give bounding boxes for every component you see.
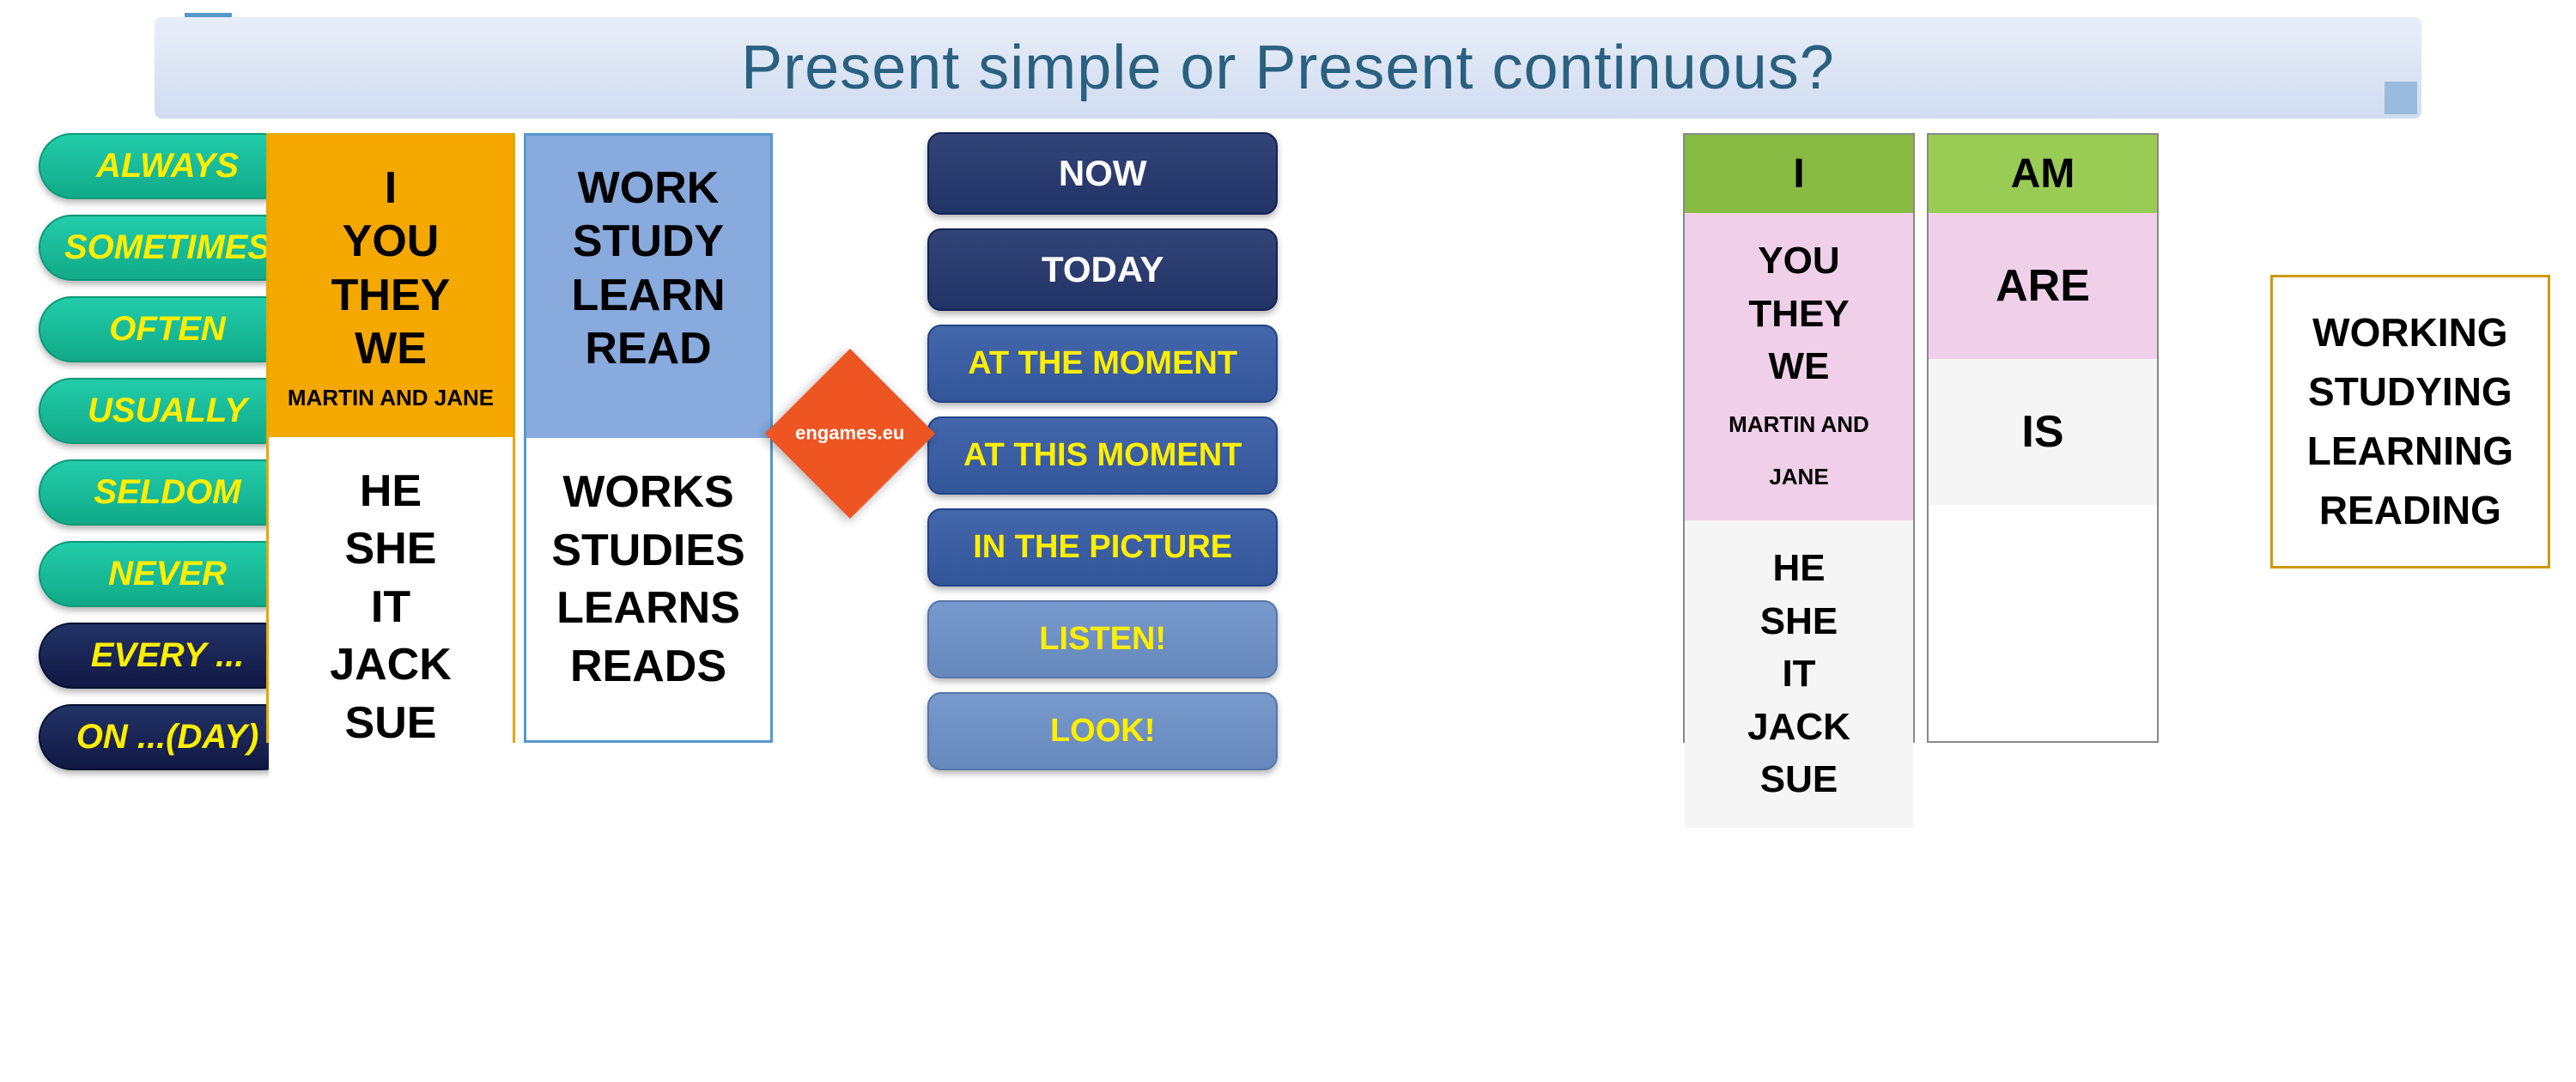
title-bar: Present simple or Present continuous?	[155, 17, 2421, 119]
diamond-shape: engames.eu	[765, 349, 935, 519]
conj-body-he-she-it: HESHEITJACKSUE	[1685, 520, 1913, 828]
deco-square-right	[2385, 82, 2417, 114]
martin-jane-label: MARTIN AND JANE	[286, 385, 495, 411]
top-pronouns: IYOUTHEYWE	[286, 161, 495, 376]
bottom-pronouns: HESHEITJACKSUE	[286, 463, 495, 753]
bottom-verbs: WORKSSTUDIESLEARNSREADS	[544, 464, 753, 696]
top-verbs: WORKSTUDYLEARNREAD	[544, 161, 753, 376]
btn-today[interactable]: TODAY	[927, 228, 1278, 311]
conj-body-you-they-we: YOUTHEYWEMARTIN AND JANE	[1685, 213, 1913, 520]
btn-sometimes[interactable]: SOMETIMES	[39, 215, 296, 281]
conj-header-i: I	[1685, 135, 1913, 213]
pronoun-box: IYOUTHEYWE MARTIN AND JANE HESHEITJACKSU…	[266, 133, 515, 743]
btn-listen[interactable]: LISTEN!	[927, 600, 1278, 678]
conjugation-area: I YOUTHEYWEMARTIN AND JANE HESHEITJACKSU…	[1683, 133, 2159, 743]
btn-seldom[interactable]: SELDOM	[39, 459, 296, 526]
btn-usually[interactable]: USUALLY	[39, 378, 296, 444]
verb-forms-text: WORKINGSTUDYINGLEARNINGREADING	[2307, 303, 2513, 540]
btn-at-this-moment[interactable]: AT THIS MOMENT	[927, 416, 1278, 495]
verb-box-top: WORKSTUDYLEARNREAD	[526, 136, 770, 438]
btn-every[interactable]: EVERY ...	[39, 623, 296, 689]
page-title: Present simple or Present continuous?	[741, 33, 1835, 102]
engames-label: engames.eu	[795, 422, 904, 445]
conj-header-am: AM	[1929, 135, 2157, 213]
btn-now[interactable]: NOW	[927, 132, 1278, 215]
btn-always[interactable]: ALWAYS	[39, 133, 296, 199]
conj-table-right: AM ARE IS	[1927, 133, 2159, 743]
btn-in-the-picture[interactable]: IN THE PICTURE	[927, 508, 1278, 587]
sidebar-adverbs: ALWAYS SOMETIMES OFTEN USUALLY SELDOM NE…	[39, 133, 296, 770]
pronoun-box-bottom: HESHEITJACKSUE	[269, 437, 513, 779]
conj-table-left: I YOUTHEYWEMARTIN AND JANE HESHEITJACKSU…	[1683, 133, 1915, 743]
diamond-container: engames.eu	[773, 133, 927, 734]
btn-never[interactable]: NEVER	[39, 541, 296, 607]
right-buttons-column: NOW TODAY AT THE MOMENT AT THIS MOMENT I…	[927, 142, 1278, 760]
verb-box: WORKSTUDYLEARNREAD WORKSSTUDIESLEARNSREA…	[524, 133, 773, 743]
verb-forms-box: WORKINGSTUDYINGLEARNINGREADING	[2270, 275, 2550, 568]
verb-box-bottom: WORKSSTUDIESLEARNSREADS	[526, 438, 770, 740]
conj-body-are: ARE	[1929, 213, 2157, 359]
btn-look[interactable]: LOOK!	[927, 692, 1278, 770]
btn-often[interactable]: OFTEN	[39, 296, 296, 362]
btn-on-day[interactable]: ON ...(DAY)	[39, 704, 296, 770]
btn-at-the-moment[interactable]: AT THE MOMENT	[927, 325, 1278, 403]
pronoun-box-top: IYOUTHEYWE MARTIN AND JANE	[269, 136, 513, 437]
conj-body-is: IS	[1929, 359, 2157, 505]
